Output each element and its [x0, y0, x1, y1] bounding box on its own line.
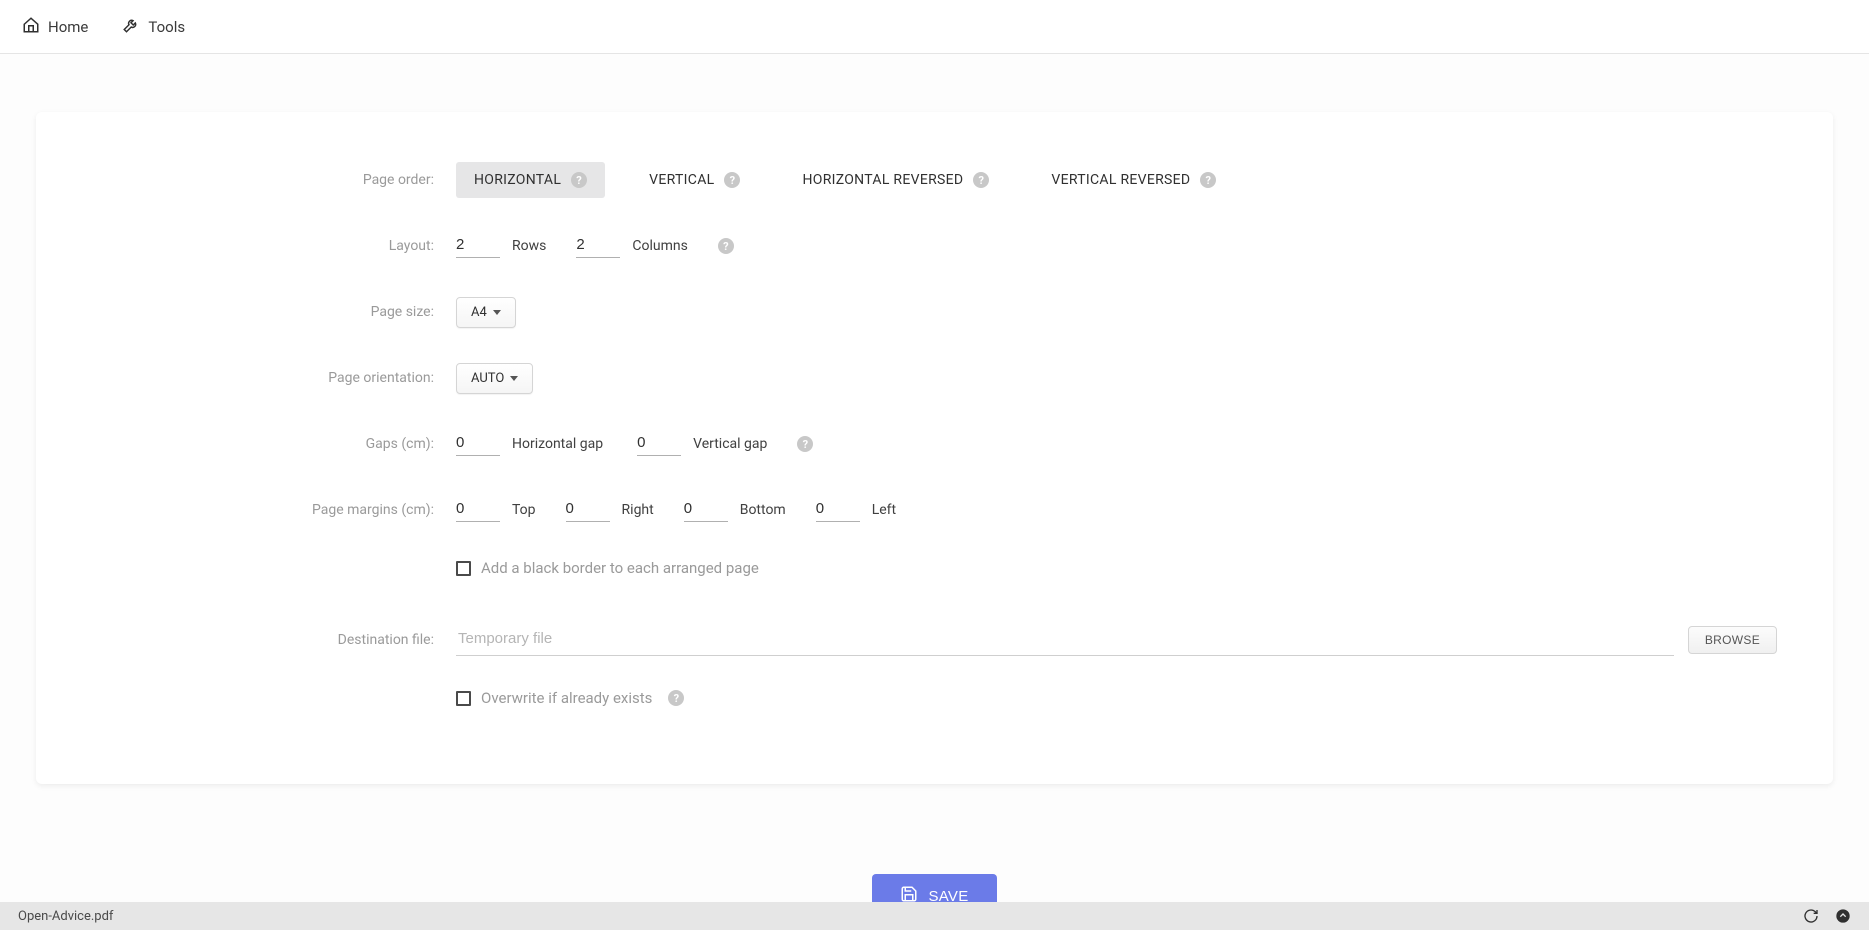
page-order-horizontal[interactable]: HORIZONTAL ? [456, 162, 605, 198]
tools-icon [122, 16, 140, 38]
margin-left-sublabel: Left [872, 502, 896, 518]
help-icon[interactable]: ? [668, 690, 684, 706]
margin-top-sublabel: Top [512, 502, 536, 518]
margin-left-input[interactable] [816, 498, 860, 522]
page-order-option-label: VERTICAL [649, 172, 714, 188]
margin-top-input[interactable] [456, 498, 500, 522]
page-order-option-label: VERTICAL REVERSED [1051, 172, 1190, 188]
status-filename: Open-Advice.pdf [18, 909, 113, 924]
rows-input[interactable] [456, 234, 500, 258]
vgap-sublabel: Vertical gap [693, 436, 767, 452]
overwrite-checkbox[interactable] [456, 691, 471, 706]
help-icon[interactable]: ? [797, 436, 813, 452]
vgap-input[interactable] [637, 432, 681, 456]
help-icon[interactable]: ? [571, 172, 587, 188]
page-margins-label: Page margins (cm): [92, 502, 456, 518]
overwrite-checkbox-label: Overwrite if already exists [481, 689, 652, 707]
help-icon[interactable]: ? [724, 172, 740, 188]
margin-bottom-input[interactable] [684, 498, 728, 522]
page-orientation-label: Page orientation: [92, 370, 456, 386]
help-icon[interactable]: ? [718, 238, 734, 254]
rows-sublabel: Rows [512, 238, 546, 254]
page-order-option-label: HORIZONTAL REVERSED [802, 172, 963, 188]
scroll-top-icon[interactable] [1835, 908, 1851, 924]
destination-file-label: Destination file: [92, 632, 456, 648]
hgap-sublabel: Horizontal gap [512, 436, 603, 452]
page-order-vertical[interactable]: VERTICAL ? [631, 162, 758, 198]
margin-right-input[interactable] [566, 498, 610, 522]
caret-down-icon [493, 310, 501, 315]
page-order-toggle-group: HORIZONTAL ? VERTICAL ? HORIZONTAL REVER… [456, 162, 1234, 198]
caret-down-icon [510, 376, 518, 381]
layout-label: Layout: [92, 238, 456, 254]
margin-right-sublabel: Right [622, 502, 654, 518]
page-order-option-label: HORIZONTAL [474, 172, 561, 188]
page-orientation-dropdown[interactable]: AUTO [456, 363, 533, 394]
hgap-input[interactable] [456, 432, 500, 456]
page-order-label: Page order: [92, 172, 456, 188]
page-size-label: Page size: [92, 304, 456, 320]
nav-tools-label: Tools [148, 18, 185, 36]
browse-button[interactable]: BROWSE [1688, 626, 1777, 654]
settings-panel: Page order: HORIZONTAL ? VERTICAL ? HORI… [36, 112, 1833, 784]
nav-home-label: Home [48, 18, 88, 36]
cols-sublabel: Columns [632, 238, 687, 254]
page-size-dropdown[interactable]: A4 [456, 297, 516, 328]
page-order-horizontal-reversed[interactable]: HORIZONTAL REVERSED ? [784, 162, 1007, 198]
page-order-vertical-reversed[interactable]: VERTICAL REVERSED ? [1033, 162, 1234, 198]
margin-bottom-sublabel: Bottom [740, 502, 786, 518]
page-orientation-value: AUTO [471, 371, 504, 386]
help-icon[interactable]: ? [973, 172, 989, 188]
help-icon[interactable]: ? [1200, 172, 1216, 188]
home-icon [22, 16, 40, 38]
destination-file-input[interactable] [456, 624, 1674, 656]
status-bar: Open-Advice.pdf [0, 902, 1869, 930]
top-nav: Home Tools [0, 0, 1869, 54]
refresh-icon[interactable] [1803, 908, 1819, 924]
nav-home[interactable]: Home [22, 16, 88, 38]
cols-input[interactable] [576, 234, 620, 258]
border-checkbox-label: Add a black border to each arranged page [481, 559, 759, 577]
border-checkbox[interactable] [456, 561, 471, 576]
nav-tools[interactable]: Tools [122, 16, 185, 38]
gaps-label: Gaps (cm): [92, 436, 456, 452]
page-size-value: A4 [471, 305, 487, 320]
